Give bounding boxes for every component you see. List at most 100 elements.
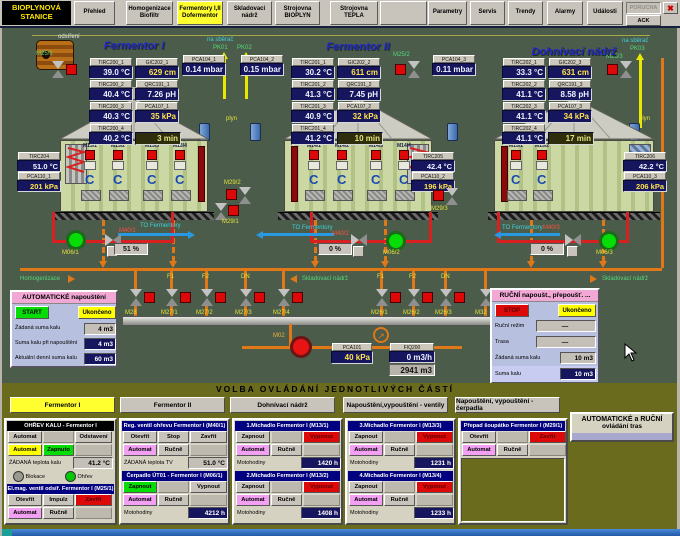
valve-m27-1-icon[interactable] xyxy=(166,289,178,306)
valve-actuator-m29-3[interactable] xyxy=(433,190,444,201)
valve-m29-1-icon[interactable] xyxy=(215,203,227,220)
button-ru-n-reg-ventil-oh-evu-fermentor-i-m40-1[interactable]: Ručně xyxy=(158,444,189,456)
toolbar-button-skladovac-n-dr[interactable]: Skladovací nádrž xyxy=(227,1,272,25)
mixer-motor-m14-3[interactable] xyxy=(371,150,381,160)
mixer-motor-m14-4[interactable] xyxy=(399,150,409,160)
button-vypnout-4-m-chadlo-fermentor-i-m13-4[interactable]: Vypnout xyxy=(416,481,453,493)
valve-m40-3-icon[interactable] xyxy=(565,234,581,246)
valve-actuator-m28[interactable] xyxy=(144,292,155,303)
valve-actuator-m26-1[interactable] xyxy=(390,292,401,303)
toolbar-button-fermentory-i-ii-dofermentor[interactable]: Fermentory I,II Dofermentor xyxy=(177,1,223,25)
button-otev-t-p-epad-oup-tko-fermentor-i-m29-1[interactable]: Otevřít xyxy=(462,431,496,443)
button-automat-oh-ev-kalu-fermentor-i[interactable]: Automat xyxy=(8,431,42,443)
button-zav-t-el-mag-ventil-ods-fermentor-i-m25-1[interactable]: Zavřít xyxy=(75,494,112,506)
valve-m29-2-icon[interactable] xyxy=(239,187,251,204)
toolbar-button-x[interactable] xyxy=(380,1,427,25)
pump-m06-2[interactable] xyxy=(386,231,406,251)
manual-stop-button[interactable]: STOP xyxy=(495,304,529,317)
valve-actuator-m29-1[interactable] xyxy=(228,205,239,216)
button-zapnout-3-m-chadlo-fermentor-i-m13-3[interactable]: Zapnout xyxy=(349,431,383,443)
valve-actuator-m27-4[interactable] xyxy=(292,292,303,303)
valve-actuator-m40-3[interactable] xyxy=(567,246,578,257)
valve-m28-icon[interactable] xyxy=(130,289,142,306)
button-vypnout-erpadlo-t01-fermentor-i-m06-1[interactable]: Vypnout xyxy=(190,481,227,493)
toolbar-button-parametry[interactable]: Parametry xyxy=(428,1,467,25)
toolbar-button-strojovna-bioplyn[interactable]: Strojovna BIOPLYN xyxy=(275,1,320,25)
valve-actuator-m40-2[interactable] xyxy=(353,246,364,257)
button-otev-t-reg-ventil-oh-evu-fermentor-i-m40-1[interactable]: Otevřít xyxy=(123,431,157,443)
valve-actuator-m27-2[interactable] xyxy=(215,292,226,303)
tab-fermentor-i[interactable]: Fermentor I xyxy=(10,397,115,413)
valve-m40-2-icon[interactable] xyxy=(351,234,367,246)
button-ru-n-el-mag-ventil-ods-fermentor-i-m25-1[interactable]: Ručně xyxy=(43,507,74,519)
button-automat-oh-ev-kalu-fermentor-i[interactable]: Automat xyxy=(8,444,42,456)
pump-m02[interactable] xyxy=(290,336,312,358)
toolbar-button-strojovna-tepla[interactable]: Strojovna TEPLA xyxy=(330,1,378,25)
mixer-motor-m13-4[interactable] xyxy=(175,150,185,160)
toolbar-button-p-ehled[interactable]: Přehled xyxy=(74,1,115,25)
toolbar-button-servis[interactable]: Servis xyxy=(470,1,505,25)
valve-actuator-m26-2[interactable] xyxy=(422,292,433,303)
pump-m06-1[interactable] xyxy=(66,230,86,250)
button-automat-erpadlo-t01-fermentor-i-m06-1[interactable]: Automat xyxy=(123,494,157,506)
tank-body-fermentor-ii[interactable]: M14/1CM14/2CM14/3CM14/4C xyxy=(284,140,432,212)
mixer-motor-m13-1[interactable] xyxy=(85,150,95,160)
valve-m27-3-icon[interactable] xyxy=(240,289,252,306)
valve-m27-4-icon[interactable] xyxy=(278,289,290,306)
valve-actuator-m27-3[interactable] xyxy=(254,292,265,303)
valve-actuator-m26-3[interactable] xyxy=(454,292,465,303)
button-automat-3-m-chadlo-fermentor-i-m13-3[interactable]: Automat xyxy=(349,444,383,456)
button-zapnout-2-m-chadlo-fermentor-i-m13-2[interactable]: Zapnout xyxy=(236,481,270,493)
mixer-motor-m15-2[interactable] xyxy=(537,150,547,160)
auto-manual-routes-button[interactable]: AUTOMATICKÉ a RUČNÍ ovládání tras xyxy=(570,412,674,442)
toolbar-button-homogenizace-biofiltr[interactable]: Homogenizace Biofiltr xyxy=(126,1,173,25)
button-automat-1-m-chadlo-fermentor-i-m13-1[interactable]: Automat xyxy=(236,444,270,456)
alarm-close-icon[interactable]: ✖ xyxy=(663,2,678,14)
button-ru-n-1-m-chadlo-fermentor-i-m13-1[interactable]: Ručně xyxy=(271,444,302,456)
valve-m25-3-icon[interactable] xyxy=(620,61,632,78)
button-automat-p-epad-oup-tko-fermentor-i-m29-1[interactable]: Automat xyxy=(462,444,496,456)
button-zapnuto-oh-ev-kalu-fermentor-i[interactable]: Zapnuto xyxy=(43,444,74,456)
auto-start-button[interactable]: START xyxy=(15,306,49,319)
valve-m25-2-icon[interactable] xyxy=(408,61,420,78)
valve-m26-2-icon[interactable] xyxy=(408,289,420,306)
mixer-motor-m15-1[interactable] xyxy=(511,150,521,160)
button-vypnout-1-m-chadlo-fermentor-i-m13-1[interactable]: Vypnout xyxy=(303,431,340,443)
button-zapnout-4-m-chadlo-fermentor-i-m13-4[interactable]: Zapnout xyxy=(349,481,383,493)
button-vypnout-3-m-chadlo-fermentor-i-m13-3[interactable]: Vypnout xyxy=(416,431,453,443)
mixer-motor-m14-1[interactable] xyxy=(309,150,319,160)
button-ru-n-3-m-chadlo-fermentor-i-m13-3[interactable]: Ručně xyxy=(384,444,415,456)
button-automat-reg-ventil-oh-evu-fermentor-i-m40-1[interactable]: Automat xyxy=(123,444,157,456)
valve-m25-1-actuator[interactable] xyxy=(66,64,77,75)
button-impulz-el-mag-ventil-ods-fermentor-i-m25-1[interactable]: Impulz xyxy=(43,494,74,506)
button-ru-n-4-m-chadlo-fermentor-i-m13-4[interactable]: Ručně xyxy=(384,494,415,506)
valve-m29-3-icon[interactable] xyxy=(446,188,458,205)
tab-napou-t-n-vypou-t-n-erpadla[interactable]: Napouštění, vypouštění - čerpadla xyxy=(455,397,560,413)
button-ru-n-p-epad-oup-tko-fermentor-i-m29-1[interactable]: Ručně xyxy=(497,444,528,456)
tab-dohn-vac-n-dr[interactable]: Dohnívací nádrž xyxy=(230,397,335,413)
mixer-motor-m13-3[interactable] xyxy=(147,150,157,160)
toolbar-button-trendy[interactable]: Trendy xyxy=(508,1,543,25)
pump-m06-3[interactable] xyxy=(599,231,619,251)
toolbar-button-ud-losti[interactable]: Události xyxy=(587,1,623,25)
button-stop-reg-ventil-oh-evu-fermentor-i-m40-1[interactable]: Stop xyxy=(158,431,189,443)
mixer-motor-m14-2[interactable] xyxy=(337,150,347,160)
valve-m25-2-actuator[interactable] xyxy=(395,64,406,75)
button-zav-t-p-epad-oup-tko-fermentor-i-m29-1[interactable]: Zavřít xyxy=(529,431,566,443)
toolbar-button-alarmy[interactable]: Alarmy xyxy=(547,1,583,25)
button-automat-2-m-chadlo-fermentor-i-m13-2[interactable]: Automat xyxy=(236,494,270,506)
mixer-motor-m13-2[interactable] xyxy=(113,150,123,160)
tab-fermentor-ii[interactable]: Fermentor II xyxy=(120,397,225,413)
button-ru-n-2-m-chadlo-fermentor-i-m13-2[interactable]: Ručně xyxy=(271,494,302,506)
valve-m27-2-icon[interactable] xyxy=(201,289,213,306)
ack-button[interactable]: ACK xyxy=(626,15,661,26)
tab-napou-t-n-vypou-t-n-ventily[interactable]: Napouštění,vypouštění - ventily xyxy=(343,397,448,413)
valve-m25-3-actuator[interactable] xyxy=(607,64,618,75)
valve-actuator-m29-2[interactable] xyxy=(226,189,237,200)
button-vypnout-2-m-chadlo-fermentor-i-m13-2[interactable]: Vypnout xyxy=(303,481,340,493)
button-zapnout-1-m-chadlo-fermentor-i-m13-1[interactable]: Zapnout xyxy=(236,431,270,443)
button-automat-4-m-chadlo-fermentor-i-m13-4[interactable]: Automat xyxy=(349,494,383,506)
valve-m25-1-icon[interactable] xyxy=(52,61,64,78)
button-otev-t-el-mag-ventil-ods-fermentor-i-m25-1[interactable]: Otevřít xyxy=(8,494,42,506)
button-ru-n-erpadlo-t01-fermentor-i-m06-1[interactable]: Ručně xyxy=(158,494,189,506)
